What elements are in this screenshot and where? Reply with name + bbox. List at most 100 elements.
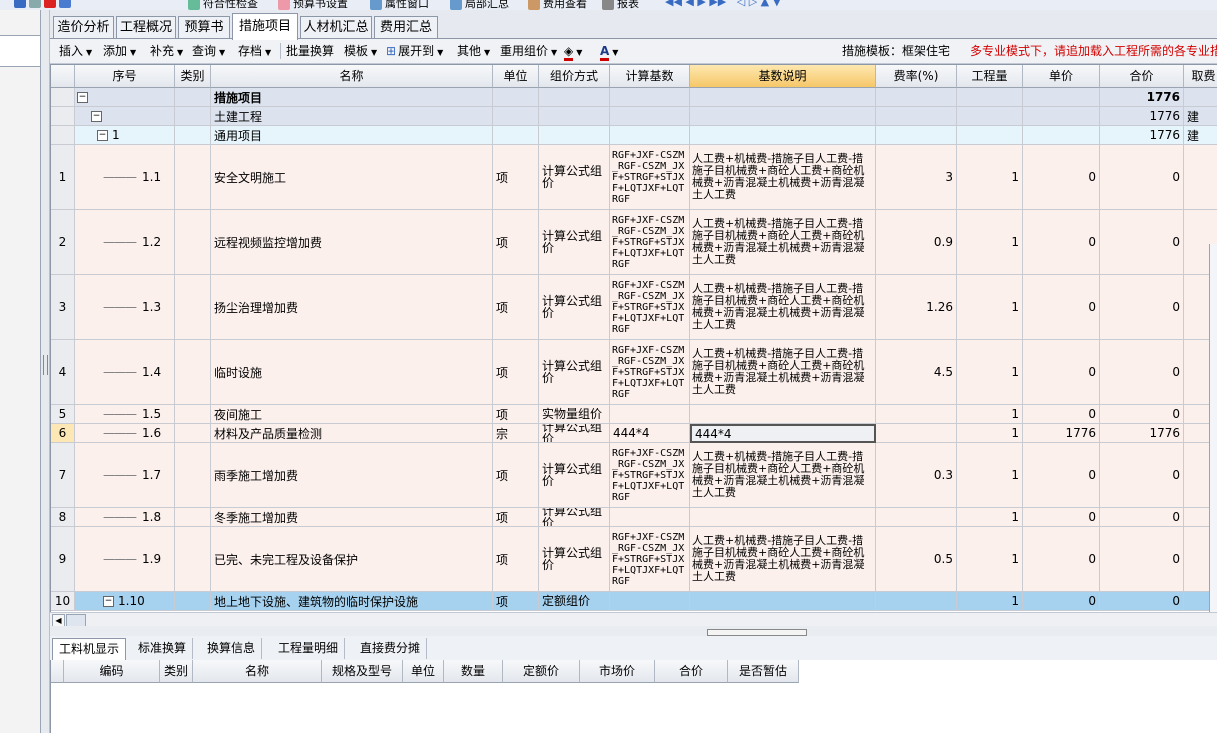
cell-calc-base[interactable] xyxy=(610,592,689,610)
cell-quantity[interactable]: 1 xyxy=(957,145,1022,209)
cell-seq-no[interactable]: ——— 1.7 xyxy=(75,443,174,507)
cell-calc-base[interactable] xyxy=(610,405,689,423)
cell-name[interactable]: 通用项目 xyxy=(211,126,492,144)
row-number-cell[interactable]: 9 xyxy=(51,527,74,591)
cell-seq-no[interactable]: ——— 1.9 xyxy=(75,527,174,591)
tab-labor-material-display[interactable]: 工料机显示 xyxy=(52,638,127,660)
col-spec[interactable]: 规格及型号 xyxy=(322,660,403,683)
cell-base-description[interactable]: 人工费+机械费-措施子目人工费-措施子目机械费+商砼人工费+商砼机械费+沥青混凝… xyxy=(690,527,875,591)
cell-quantity[interactable]: 1 xyxy=(957,592,1022,610)
tab-direct-cost-allocation[interactable]: 直接费分摊 xyxy=(354,638,428,659)
cell-fee-type[interactable] xyxy=(1184,88,1217,106)
row-number-cell[interactable] xyxy=(51,88,74,106)
cell-quantity[interactable]: 1 xyxy=(957,443,1022,507)
query-button[interactable]: 查询 ▼ xyxy=(192,43,225,59)
group-row[interactable]: −1 通用项目 1776 建 xyxy=(51,126,1217,145)
cell-unit-price[interactable]: 0 xyxy=(1023,210,1099,274)
cell-base-description[interactable]: 人工费+机械费-措施子目人工费-措施子目机械费+商砼人工费+商砼机械费+沥青混凝… xyxy=(690,210,875,274)
col-header-rate[interactable]: 费率(%) xyxy=(876,65,957,88)
row-number-cell[interactable]: 8 xyxy=(51,508,74,526)
cell-category[interactable] xyxy=(175,443,210,507)
cell-rate[interactable] xyxy=(876,107,956,125)
cell-category[interactable] xyxy=(175,126,210,144)
supplement-button[interactable]: 补充 ▼ xyxy=(150,43,183,59)
cell-calc-base[interactable]: RGF+JXF-CSZM_RGF-CSZM_JXF+STRGF+STJXF+LQ… xyxy=(610,275,689,339)
cell-quantity[interactable]: 1 xyxy=(957,210,1022,274)
col-quantity[interactable]: 数量 xyxy=(444,660,503,683)
cell-category[interactable] xyxy=(175,527,210,591)
cell-base-description[interactable] xyxy=(690,107,875,125)
cell-category[interactable] xyxy=(175,210,210,274)
col-header-calc-base[interactable]: 计算基数 xyxy=(610,65,690,88)
col-header-quantity[interactable]: 工程量 xyxy=(957,65,1023,88)
cell-unit-price[interactable]: 0 xyxy=(1023,443,1099,507)
cell-unit-price[interactable]: 0 xyxy=(1023,405,1099,423)
cell-unit-price[interactable]: 0 xyxy=(1023,592,1099,610)
cell-name[interactable]: 土建工程 xyxy=(211,107,492,125)
cell-seq-no[interactable]: ——— 1.8 xyxy=(75,508,174,526)
cell-unit[interactable]: 宗 xyxy=(493,424,538,442)
cell-seq-no[interactable]: − xyxy=(75,107,174,125)
cell-total[interactable]: 0 xyxy=(1100,210,1183,274)
cell-name[interactable]: 安全文明施工 xyxy=(211,145,492,209)
cell-unit[interactable]: 项 xyxy=(493,592,538,610)
table-row[interactable]: 1 ——— 1.1 安全文明施工项计算公式组价 RGF+JXF-CSZM_RGF-CSZ… xyxy=(51,145,1217,210)
cell-pricing-method[interactable]: 计算公式组价 xyxy=(539,340,609,404)
table-row[interactable]: 2 ——— 1.2 远程视频监控增加费项计算公式组价 RGF+JXF-CSZM_RGF-… xyxy=(51,210,1217,275)
collapse-toggle-icon[interactable]: − xyxy=(103,595,114,607)
col-header-total[interactable]: 合价 xyxy=(1100,65,1184,88)
cell-total[interactable]: 0 xyxy=(1100,527,1183,591)
cell-pricing-method[interactable] xyxy=(539,126,609,144)
cell-unit[interactable] xyxy=(493,88,538,106)
collapse-toggle-icon[interactable]: − xyxy=(91,110,102,122)
fill-color-button[interactable]: ◈ ▼ xyxy=(564,43,582,61)
table-row[interactable]: 4 ——— 1.4 临时设施项计算公式组价 RGF+JXF-CSZM_RGF-CSZM_… xyxy=(51,340,1217,405)
cell-name[interactable]: 雨季施工增加费 xyxy=(211,443,492,507)
left-navigation-pane[interactable] xyxy=(0,10,41,733)
report-button[interactable]: 报表 xyxy=(602,0,639,10)
insert-button[interactable]: 插入 ▼ xyxy=(59,43,92,59)
cell-calc-base[interactable]: 444*4 xyxy=(610,424,689,442)
cell-total[interactable]: 1776 xyxy=(1100,126,1183,144)
cell-quantity[interactable]: 1 xyxy=(957,508,1022,526)
settings-button[interactable]: 预算书设置 xyxy=(278,0,348,10)
cell-category[interactable] xyxy=(175,424,210,442)
cell-quantity[interactable]: 1 xyxy=(957,405,1022,423)
cell-name[interactable]: 临时设施 xyxy=(211,340,492,404)
cell-calc-base[interactable] xyxy=(610,88,689,106)
col-name[interactable]: 名称 xyxy=(193,660,322,683)
cell-rate[interactable] xyxy=(876,88,956,106)
cell-unit[interactable]: 项 xyxy=(493,275,538,339)
template-button[interactable]: 模板 ▼ xyxy=(344,43,377,59)
cell-pricing-method[interactable]: 计算公式组价 xyxy=(539,508,609,526)
col-header-seq-no[interactable]: 序号 xyxy=(75,65,175,88)
cell-quantity[interactable]: 1 xyxy=(957,527,1022,591)
cell-total[interactable]: 1776 xyxy=(1100,424,1183,442)
fee-view-button[interactable]: 费用查看 xyxy=(528,0,587,10)
cell-total[interactable]: 1776 xyxy=(1100,107,1183,125)
cell-total[interactable]: 0 xyxy=(1100,592,1183,610)
cell-seq-no[interactable]: ——— 1.2 xyxy=(75,210,174,274)
other-button[interactable]: 其他 ▼ xyxy=(457,43,490,59)
cell-calc-base[interactable] xyxy=(610,508,689,526)
cell-seq-no[interactable]: ——— 1.1 xyxy=(75,145,174,209)
cell-pricing-method[interactable]: 计算公式组价 xyxy=(539,443,609,507)
cell-rate[interactable] xyxy=(876,592,956,610)
cell-quantity[interactable]: 1 xyxy=(957,275,1022,339)
col-header-category[interactable]: 类别 xyxy=(175,65,211,88)
cell-base-description[interactable] xyxy=(690,592,875,610)
table-row[interactable]: 3 ——— 1.3 扬尘治理增加费项计算公式组价 RGF+JXF-CSZM_RGF-CS… xyxy=(51,275,1217,340)
cell-unit-price[interactable]: 0 xyxy=(1023,145,1099,209)
cell-total[interactable]: 1776 xyxy=(1100,88,1183,106)
cell-category[interactable] xyxy=(175,107,210,125)
cell-seq-no[interactable]: − xyxy=(75,88,174,106)
row-number-cell[interactable] xyxy=(51,107,74,125)
col-quota-price[interactable]: 定额价 xyxy=(503,660,580,683)
cell-category[interactable] xyxy=(175,275,210,339)
cell-pricing-method[interactable]: 计算公式组价 xyxy=(539,424,609,442)
cell-base-description[interactable]: 人工费+机械费-措施子目人工费-措施子目机械费+商砼人工费+商砼机械费+沥青混凝… xyxy=(690,145,875,209)
cell-calc-base[interactable] xyxy=(610,126,689,144)
cell-unit-price[interactable]: 0 xyxy=(1023,508,1099,526)
cell-unit[interactable]: 项 xyxy=(493,405,538,423)
tab-budget-book[interactable]: 预算书 xyxy=(178,16,230,39)
